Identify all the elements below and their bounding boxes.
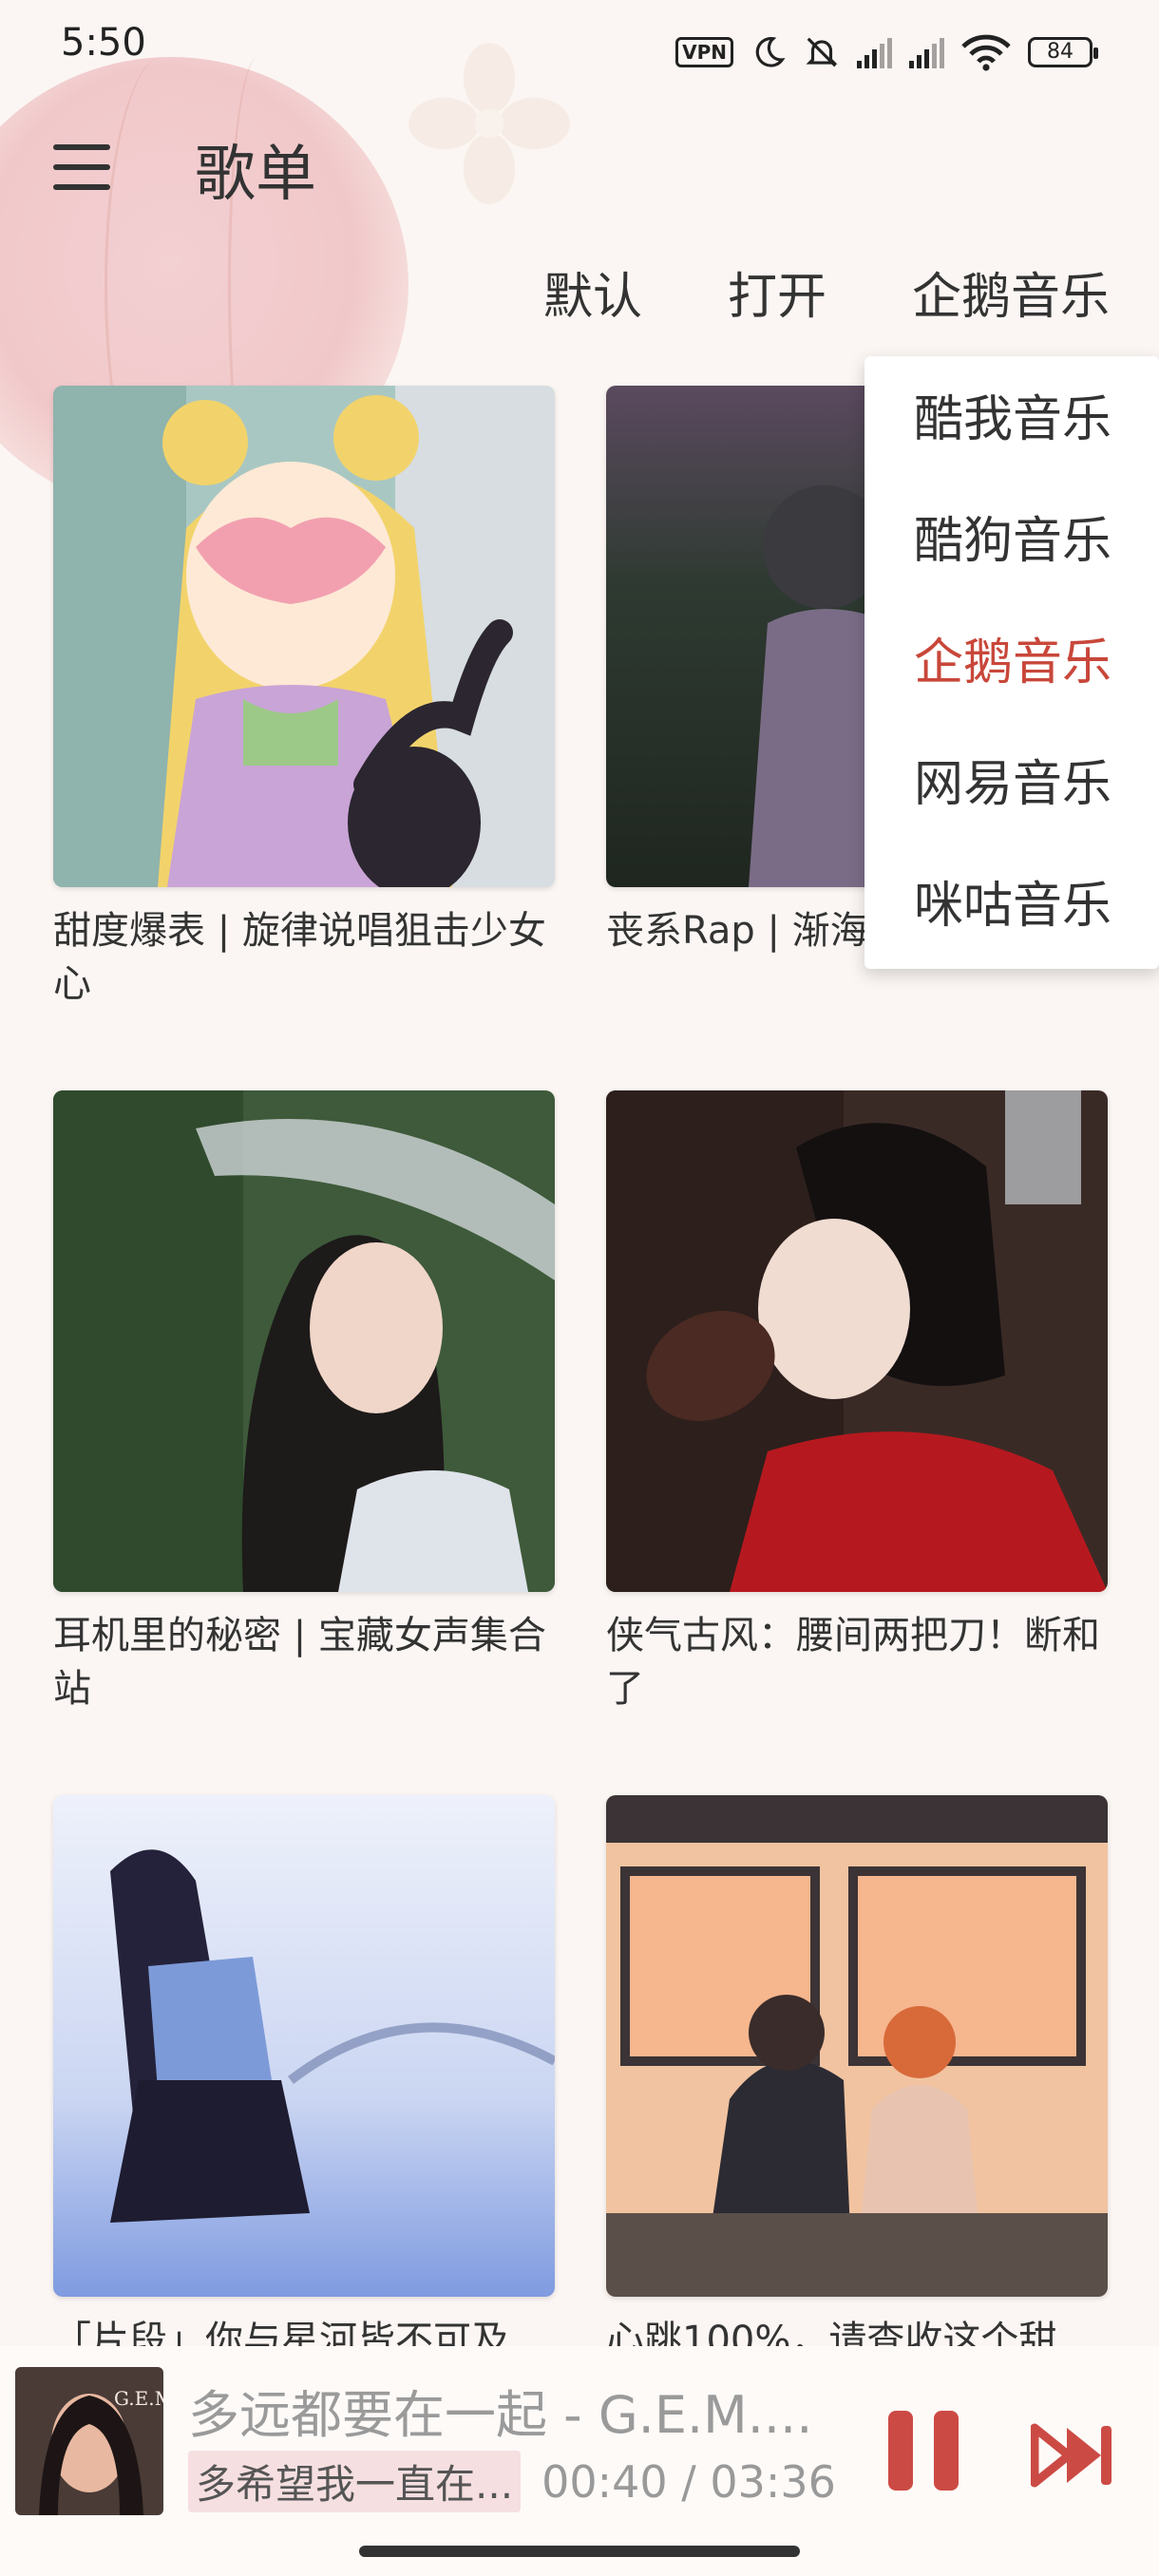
bell-muted-icon bbox=[806, 37, 838, 67]
playlist-title: 甜度爆表 | 旋律说唱狙击少女心 bbox=[53, 909, 546, 1006]
playback-time: 00:40 / 03:36 bbox=[542, 2455, 836, 2508]
status-time: 5:50 bbox=[61, 21, 146, 65]
dropdown-item-kuwo[interactable]: 酷我音乐 bbox=[864, 359, 1159, 481]
lyric-row: 多希望我一直在... 00:40 / 03:36 bbox=[188, 2451, 836, 2512]
moon-icon bbox=[755, 37, 786, 67]
signal-hd-icon bbox=[857, 36, 892, 68]
tab-default[interactable]: 默认 bbox=[543, 256, 642, 328]
app-bar: 歌单 bbox=[0, 104, 1159, 228]
dropdown-item-kugou[interactable]: 酷狗音乐 bbox=[864, 481, 1159, 602]
current-lyric: 多希望我一直在... bbox=[188, 2451, 522, 2512]
status-icons: VPN 84 bbox=[675, 28, 1098, 76]
battery-icon: 84 bbox=[1028, 37, 1098, 67]
playlist-title: 侠气古风：腰间两把刀！断和了 bbox=[606, 1614, 1100, 1711]
playlist-card[interactable]: 「片段」你与星河皆不可及 bbox=[53, 1795, 555, 2367]
playlist-card[interactable]: 耳机里的秘密 | 宝藏女声集合站 bbox=[53, 1090, 555, 1715]
playlist-cover-image bbox=[606, 1090, 1108, 1592]
hamburger-menu-icon[interactable] bbox=[53, 141, 114, 194]
tab-music-source[interactable]: 企鹅音乐 bbox=[912, 256, 1110, 328]
pause-button[interactable] bbox=[888, 2411, 964, 2496]
now-playing-title: 多远都要在一起 - G.E.M.... bbox=[188, 2385, 813, 2445]
vpn-icon: VPN bbox=[675, 37, 733, 67]
music-source-dropdown: 酷我音乐 酷狗音乐 企鹅音乐 网易音乐 咪咕音乐 bbox=[864, 356, 1159, 969]
dropdown-item-qq[interactable]: 企鹅音乐 bbox=[864, 602, 1159, 724]
page-title: 歌单 bbox=[195, 140, 316, 210]
playlist-card[interactable]: 心跳100%，请查收这个甜 bbox=[606, 1795, 1108, 2367]
playlist-cover-image bbox=[53, 1090, 555, 1592]
playlist-cover-image bbox=[53, 1795, 555, 2297]
mini-player[interactable]: G.E.M. 多远都要在一起 - G.E.M.... 多希望我一直在... 00… bbox=[0, 2346, 1159, 2576]
status-bar: 5:50 VPN 84 bbox=[0, 0, 1159, 104]
signal-hd-icon bbox=[909, 36, 944, 68]
playlist-card[interactable]: 侠气古风：腰间两把刀！断和了 bbox=[606, 1090, 1108, 1715]
playlist-title: 耳机里的秘密 | 宝藏女声集合站 bbox=[53, 1614, 546, 1711]
playlist-card[interactable]: 甜度爆表 | 旋律说唱狙击少女心 bbox=[53, 386, 555, 1011]
wifi-icon bbox=[961, 34, 1011, 71]
tab-open[interactable]: 打开 bbox=[728, 256, 826, 328]
next-track-icon[interactable] bbox=[1031, 2422, 1116, 2489]
album-cover-image[interactable]: G.E.M. bbox=[15, 2367, 163, 2515]
dropdown-item-migu[interactable]: 咪咕音乐 bbox=[864, 845, 1159, 967]
album-cover-text: G.E.M. bbox=[114, 2387, 163, 2410]
home-indicator[interactable] bbox=[359, 2546, 800, 2557]
playlist-cover-image bbox=[606, 1795, 1108, 2297]
playlist-cover-image bbox=[53, 386, 555, 887]
dropdown-item-netease[interactable]: 网易音乐 bbox=[864, 724, 1159, 845]
